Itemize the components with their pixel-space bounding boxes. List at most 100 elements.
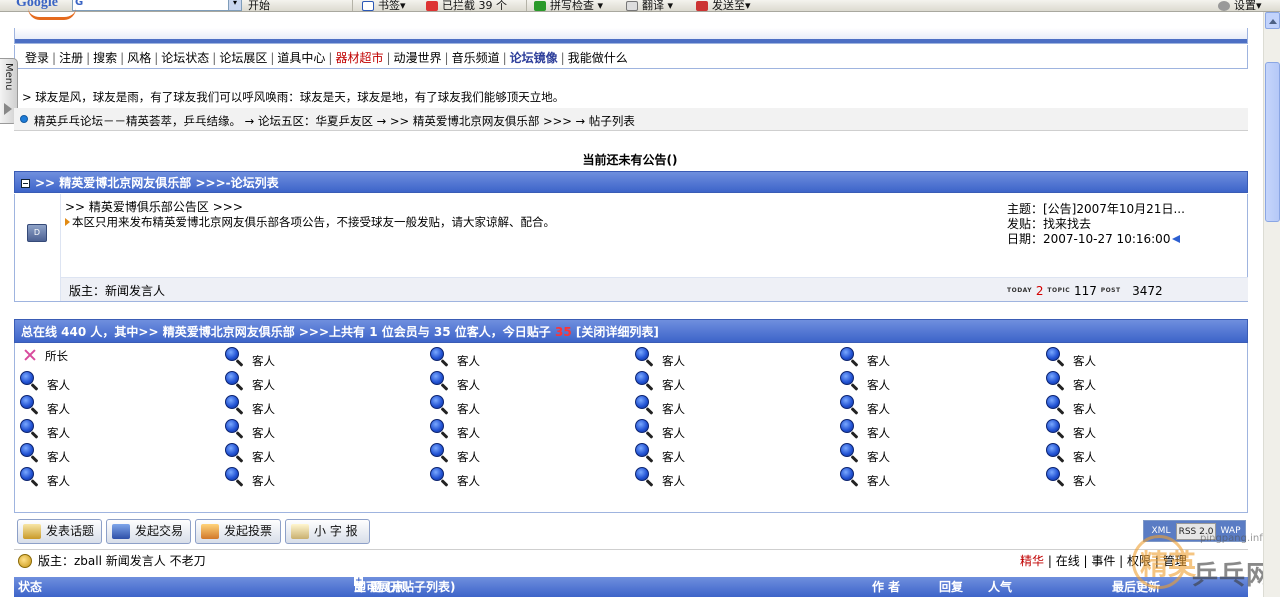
nav-style[interactable]: 风格 — [124, 51, 154, 65]
small-post-button[interactable]: 小 字 报 — [285, 519, 370, 544]
nav-register[interactable]: 注册 — [56, 51, 86, 65]
magnifier-icon — [634, 419, 654, 439]
new-poll-button[interactable]: 发起投票 — [195, 519, 281, 544]
popup-block-icon — [426, 1, 438, 11]
goto-last-post-icon[interactable] — [1172, 235, 1181, 243]
forum-latest-post: 主题：[公告]2007年10月21日... 发贴：找来找去 日期：2007-10… — [1007, 202, 1185, 247]
nav-equipment-market[interactable]: 器材超市 — [332, 51, 386, 65]
search-dropdown-icon[interactable]: ▾ — [228, 0, 241, 10]
nav-forum-exhibit[interactable]: 论坛展区 — [216, 51, 270, 65]
nav-login[interactable]: 登录 — [22, 51, 52, 65]
magnifier-icon — [634, 467, 654, 487]
new-trade-button[interactable]: 发起交易 — [106, 519, 191, 544]
new-topic-button[interactable]: 发表话题 — [17, 519, 102, 544]
col-replies: 回复 — [939, 580, 964, 594]
google-search-input[interactable]: G ▾ — [72, 0, 242, 11]
forum-motto: > 球友是风，球友是雨，有了球友我们可以呼风唤雨：球友是天，球友是地，有了球友我… — [22, 90, 565, 104]
col-views: 人气 — [988, 580, 1013, 594]
forum-status-icon: D — [27, 224, 47, 242]
magnifier-icon — [634, 371, 654, 391]
magnifier-icon — [1045, 467, 1065, 487]
pencil-icon — [23, 524, 41, 539]
latest-poster[interactable]: 发贴：找来找去 — [1007, 217, 1185, 232]
online-header: 总在线 440 人，其中>> 精英爱博北京网友俱乐部 >>>上共有 1 位会员与… — [14, 319, 1248, 343]
col-author: 作 者 — [872, 580, 901, 594]
breadcrumb: 精英乒乓论坛－－精英荟萃，乒乓结缘。 → 论坛五区：华夏乒友区 → >> 精英爱… — [14, 108, 1248, 131]
magnifier-icon — [429, 443, 449, 463]
scroll-thumb[interactable] — [1265, 62, 1280, 222]
scroll-up-icon[interactable] — [1265, 12, 1280, 29]
translate-button[interactable]: 翻译 ▾ — [626, 0, 673, 11]
close-detail-list-link[interactable]: [关闭详细列表] — [572, 325, 659, 339]
magnifier-icon — [839, 395, 859, 415]
magnifier-icon — [839, 443, 859, 463]
send-to-button[interactable]: 发送至▾ — [696, 0, 751, 11]
translate-icon — [626, 1, 638, 11]
spellcheck-button[interactable]: 拼写检查 ▾ — [534, 0, 603, 11]
bullet-icon — [20, 115, 28, 123]
host-mark-icon — [23, 348, 37, 362]
announcement: 当前还未有公告() — [582, 153, 678, 167]
tab-digest[interactable]: 精华 — [1020, 554, 1044, 568]
site-watermark-logo: 精英 乒乓网 pingpang.info — [1128, 527, 1278, 597]
magnifier-icon — [19, 371, 39, 391]
post-count: 3472 — [1132, 284, 1163, 298]
header-band — [14, 28, 1248, 44]
magnifier-icon — [19, 443, 39, 463]
magnifier-icon — [839, 419, 859, 439]
latest-date: 日期：2007-10-27 10:16:00 — [1007, 232, 1185, 247]
nav-forum-mirror[interactable]: 论坛镜像 — [507, 51, 561, 65]
magnifier-icon — [429, 371, 449, 391]
page-scrollbar[interactable] — [1263, 12, 1280, 597]
browser-toolbar: Google G ▾ 开始 书签▾ 已拦截 39 个 拼写检查 ▾ 翻译 ▾ 发… — [0, 0, 1280, 12]
magnifier-icon — [224, 419, 244, 439]
forum-title[interactable]: >> 精英爱博俱乐部公告区 >>> — [65, 198, 243, 215]
settings-button[interactable]: 设置▾ — [1218, 0, 1262, 11]
start-button[interactable]: 开始 — [248, 0, 270, 11]
magnifier-icon — [224, 371, 244, 391]
magnifier-icon — [634, 347, 654, 367]
bookmarks-button[interactable]: 书签▾ — [362, 0, 406, 11]
popup-blocked-button[interactable]: 已拦截 39 个 — [426, 0, 507, 11]
magnifier-icon — [839, 347, 859, 367]
nav-what-can-i-do[interactable]: 我能做什么 — [565, 51, 631, 65]
col-status: 状态 — [18, 580, 43, 594]
forum-row: D >> 精英爱博俱乐部公告区 >>> 本区只用来发布精英爱博北京网友俱乐部各项… — [14, 194, 1248, 302]
arrow-bullet-icon — [65, 218, 70, 226]
chart-icon — [201, 524, 219, 539]
moderator-list: 版主：zball 新闻发言人 不老刀 — [38, 554, 206, 568]
magnifier-icon — [224, 395, 244, 415]
magnifier-icon — [839, 467, 859, 487]
nav-search[interactable]: 搜索 — [90, 51, 120, 65]
magnifier-icon — [429, 419, 449, 439]
latest-topic[interactable]: 主题：[公告]2007年10月21日... — [1007, 202, 1185, 217]
nav-props-center[interactable]: 道具中心 — [274, 51, 328, 65]
magnifier-icon — [1045, 347, 1065, 367]
forum-stats: TODAY 2 TOPIC 117 POST 3472 — [1007, 284, 1163, 298]
forum-moderators: 版主：新闻发言人 — [69, 284, 166, 298]
main-nav: 登录 | 注册 | 搜索 | 风格 | 论坛状态 | 论坛展区 | 道具中心 | 器材超市 | 动漫世界 | 音乐频… — [22, 49, 631, 67]
magnifier-icon — [1045, 395, 1065, 415]
magnifier-icon — [1045, 419, 1065, 439]
magnifier-icon — [19, 419, 39, 439]
arrow-right-icon — [4, 103, 12, 115]
magnifier-icon — [224, 347, 244, 367]
star-icon — [362, 1, 374, 11]
nav-forum-status[interactable]: 论坛状态 — [158, 51, 212, 65]
magnifier-icon — [634, 443, 654, 463]
magnifier-icon — [429, 467, 449, 487]
today-count: 2 — [1035, 284, 1044, 298]
nav-anime-world[interactable]: 动漫世界 — [391, 51, 445, 65]
magnifier-icon — [19, 395, 39, 415]
magnifier-icon — [1045, 443, 1065, 463]
thread-list-header: 状态 主 题 (点 + 即可展开贴子列表) 作 者 回复 人气 最后更新 — [14, 577, 1248, 597]
magnifier-icon — [224, 443, 244, 463]
online-user-list: 所长 客人 客人 客人 客人 客人 客人 客人 客人 客人 客人 客人 客人 客人 客人 客人 客人 客人 客人 客人… — [14, 343, 1248, 513]
magnifier-icon — [634, 395, 654, 415]
breadcrumb-path[interactable]: 精英乒乓论坛－－精英荟萃，乒乓结缘。 → 论坛五区：华夏乒友区 → >> 精英爱… — [34, 113, 635, 129]
nav-music-channel[interactable]: 音乐频道 — [449, 51, 503, 65]
wrench-icon — [1218, 1, 1230, 11]
moderator-bar: 版主：zball 新闻发言人 不老刀 精华 | 在线 | 事件 | 权限 | 管… — [14, 549, 1248, 573]
moderator-icon — [18, 554, 32, 568]
collapse-icon[interactable] — [21, 179, 30, 188]
